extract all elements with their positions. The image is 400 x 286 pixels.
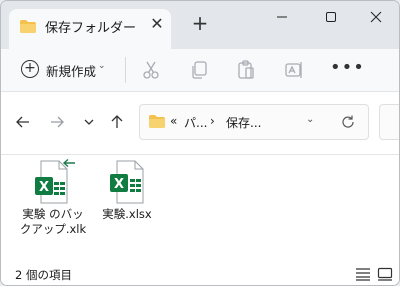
title-bar: 保存フォルダー ✕ + xyxy=(1,1,399,49)
status-bar: 2 個の項目 xyxy=(1,259,399,285)
window-close-icon[interactable] xyxy=(353,1,399,33)
details-view-icon[interactable] xyxy=(355,266,371,281)
paste-icon[interactable] xyxy=(235,59,257,81)
minimize-icon[interactable] xyxy=(259,1,305,33)
breadcrumb-segment-2[interactable]: 保存... xyxy=(226,114,261,131)
copy-icon[interactable] xyxy=(188,59,210,81)
svg-text:X: X xyxy=(39,180,49,195)
new-button[interactable]: + 新規作成 ⌄ xyxy=(15,56,115,84)
refresh-icon[interactable] xyxy=(340,114,356,130)
more-icon[interactable]: ••• xyxy=(330,57,365,78)
svg-text:X: X xyxy=(114,177,124,192)
file-list: X 実験 のバックアップ.xlk X 実験.xlsx xyxy=(1,155,399,255)
item-count: 2 個の項目 xyxy=(15,268,72,282)
tab-title: 保存フォルダー xyxy=(45,21,137,36)
add-icon: + xyxy=(21,60,39,78)
plus-icon[interactable]: + xyxy=(191,13,209,33)
explorer-window: 保存フォルダー ✕ + + 新規作成 ⌄ ••• « パ... › 保存... … xyxy=(0,0,400,286)
maximize-icon[interactable] xyxy=(308,1,354,33)
command-bar: + 新規作成 ⌄ ••• xyxy=(1,49,399,92)
up-icon[interactable] xyxy=(107,112,127,132)
breadcrumb-segment-1[interactable]: パ... xyxy=(184,114,207,131)
new-button-label: 新規作成 xyxy=(46,64,97,79)
toolbar-separator xyxy=(125,57,126,83)
chevron-down-icon: ⌄ xyxy=(98,61,106,71)
forward-icon[interactable] xyxy=(47,112,67,132)
chevron-down-icon[interactable]: ⌄ xyxy=(306,114,314,125)
search-input[interactable] xyxy=(379,104,399,140)
excel-icon: X xyxy=(107,159,149,209)
breadcrumb-separator: › xyxy=(210,114,215,128)
close-icon[interactable]: ✕ xyxy=(149,16,165,32)
navigation-row: « パ... › 保存... ⌄ xyxy=(1,92,399,155)
excel-backup-icon: X xyxy=(33,158,75,209)
cut-icon[interactable] xyxy=(140,59,162,81)
address-bar[interactable]: « パ... › 保存... ⌄ xyxy=(139,104,369,140)
file-name: 実験 のバックアップ.xlk xyxy=(19,207,87,236)
folder-icon xyxy=(148,114,166,133)
rename-icon[interactable] xyxy=(283,59,305,81)
back-icon[interactable] xyxy=(13,112,33,132)
breadcrumb-overflow[interactable]: « xyxy=(170,114,177,128)
folder-icon xyxy=(19,19,37,38)
large-icons-view-icon[interactable] xyxy=(377,266,393,281)
file-name: 実験.xlsx xyxy=(102,207,152,221)
tab-save-folder[interactable]: 保存フォルダー ✕ xyxy=(9,9,171,49)
recent-icon[interactable] xyxy=(79,112,99,132)
